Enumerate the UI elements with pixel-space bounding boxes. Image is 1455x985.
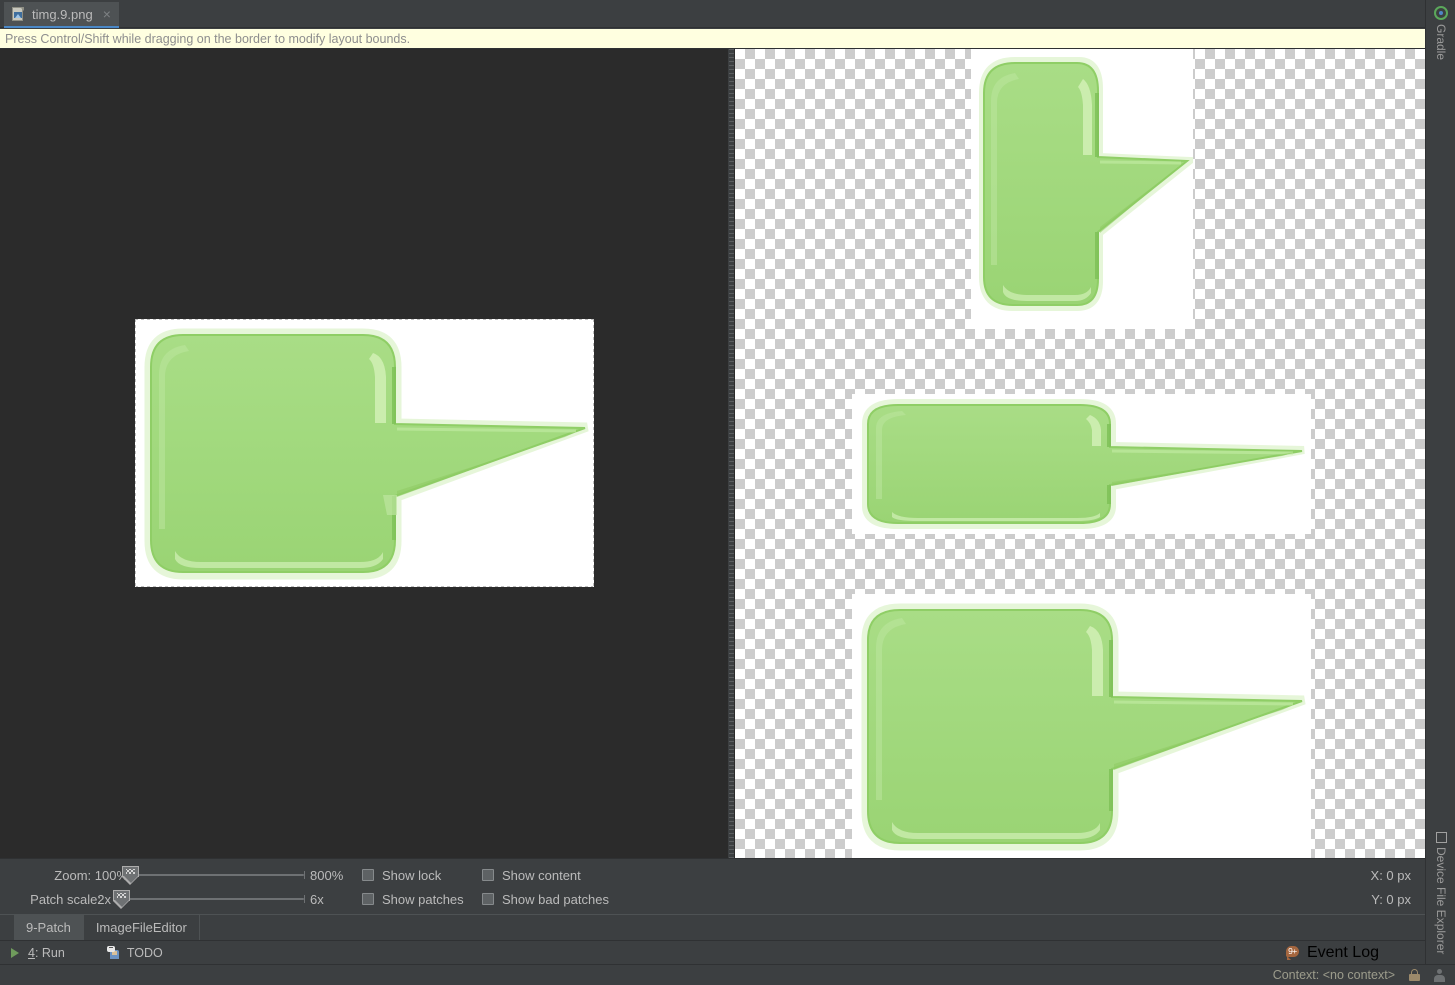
preview-both-stretch — [852, 594, 1311, 858]
editor-tab-label: timg.9.png — [32, 6, 93, 22]
gradle-icon — [1434, 6, 1448, 20]
show-lock-label: Show lock — [382, 867, 442, 883]
checkbox-box[interactable] — [362, 893, 374, 905]
show-patches-checkbox[interactable]: Show patches — [362, 892, 464, 907]
patch-scale-max-label: 6x — [310, 891, 324, 907]
show-patches-label: Show patches — [382, 891, 464, 907]
event-log-badge-icon: 9+ — [1285, 946, 1301, 960]
right-tool-window-bar: Gradle Device File Explorer — [1425, 0, 1455, 964]
patch-scale-label: Patch scale: — [30, 891, 101, 907]
checkbox-box[interactable] — [362, 869, 374, 881]
status-context-bar: Context: <no context> — [0, 964, 1455, 985]
lock-icon[interactable] — [1409, 969, 1420, 981]
tab-image-file-editor-label: ImageFileEditor — [95, 920, 187, 935]
patch-scale-row: Patch scale: 2x 6x Show patches Show bad… — [0, 887, 1425, 911]
zoom-slider-thumb[interactable] — [122, 866, 139, 885]
tool-window-bar: 4: Run TODO 9+ Event Log — [0, 940, 1455, 964]
zoom-slider-track[interactable] — [127, 871, 305, 879]
event-log-label: Event Log — [1306, 944, 1379, 961]
green-speech-bubble-artwork — [144, 328, 589, 580]
tool-button-event-log[interactable]: 9+ Event Log — [1285, 941, 1379, 965]
nine-patch-image-board[interactable] — [135, 319, 594, 587]
zoom-row: Zoom: 100% 800% Show lock Show content X… — [0, 863, 1425, 887]
patch-marker-bottom[interactable] — [135, 586, 594, 587]
tool-button-todo[interactable]: TODO — [97, 946, 173, 960]
close-icon[interactable]: × — [103, 7, 111, 21]
show-bad-patches-label: Show bad patches — [502, 891, 609, 907]
zoom-max-label: 800% — [310, 867, 344, 883]
editor-mode-tabs: 9-Patch ImageFileEditor — [0, 914, 1425, 940]
show-content-label: Show content — [502, 867, 581, 883]
person-icon[interactable] — [1434, 968, 1445, 982]
checkbox-box[interactable] — [482, 869, 494, 881]
show-lock-checkbox[interactable]: Show lock — [362, 868, 441, 883]
patch-scale-slider-track[interactable] — [118, 895, 305, 903]
tab-9-patch[interactable]: 9-Patch — [14, 915, 84, 940]
patch-scale-slider[interactable] — [113, 887, 308, 911]
show-bad-patches-checkbox[interactable]: Show bad patches — [482, 892, 609, 907]
preview-horizontal-stretch — [852, 394, 1311, 534]
image-file-icon — [12, 6, 25, 22]
patch-marker-right[interactable] — [593, 319, 594, 587]
run-label: 4: Run — [28, 945, 65, 960]
cursor-y-readout: Y: 0 px — [1371, 891, 1411, 907]
work-area — [0, 49, 1425, 858]
nine-patch-preview-panel — [735, 49, 1425, 858]
hint-text: Press Control/Shift while dragging on th… — [5, 31, 411, 46]
tool-button-device-file-explorer[interactable]: Device File Explorer — [1426, 831, 1455, 954]
editor-tab-strip: timg.9.png × — [0, 0, 1425, 28]
todo-label: TODO — [126, 945, 163, 960]
panel-splitter[interactable] — [728, 49, 735, 858]
zoom-label: Zoom: 100% — [54, 867, 128, 883]
context-label: Context: <no context> — [1272, 968, 1395, 982]
patch-marker-left[interactable] — [135, 319, 136, 587]
patch-marker-top[interactable] — [135, 319, 594, 320]
device-file-explorer-label: Device File Explorer — [1434, 846, 1448, 954]
tab-image-file-editor[interactable]: ImageFileEditor — [84, 915, 200, 940]
editor-tab-timg9png[interactable]: timg.9.png × — [4, 2, 119, 28]
cursor-x-readout: X: 0 px — [1370, 867, 1411, 883]
checkbox-box[interactable] — [482, 893, 494, 905]
event-log-badge-count: 9+ — [1288, 946, 1297, 956]
tool-button-gradle[interactable]: Gradle — [1426, 6, 1455, 60]
preview-vertical-stretch — [971, 49, 1193, 329]
nine-patch-edit-canvas[interactable] — [0, 49, 728, 858]
tool-button-run[interactable]: 4: Run — [0, 946, 75, 960]
gradle-label: Gradle — [1434, 24, 1448, 61]
device-icon — [1435, 831, 1447, 843]
patch-scale-slider-thumb[interactable] — [113, 890, 130, 909]
nine-patch-control-bar: Zoom: 100% 800% Show lock Show content X… — [0, 858, 1425, 914]
show-content-checkbox[interactable]: Show content — [482, 868, 581, 883]
patch-scale-min-label: 2x — [97, 891, 111, 907]
layout-bounds-hint-bar: Press Control/Shift while dragging on th… — [0, 29, 1425, 49]
run-icon — [10, 947, 22, 959]
tab-9-patch-label: 9-Patch — [26, 920, 71, 935]
zoom-slider[interactable] — [122, 863, 308, 887]
android-studio-9patch-editor: timg.9.png × Press Control/Shift while d… — [0, 0, 1455, 985]
todo-icon — [106, 946, 121, 959]
